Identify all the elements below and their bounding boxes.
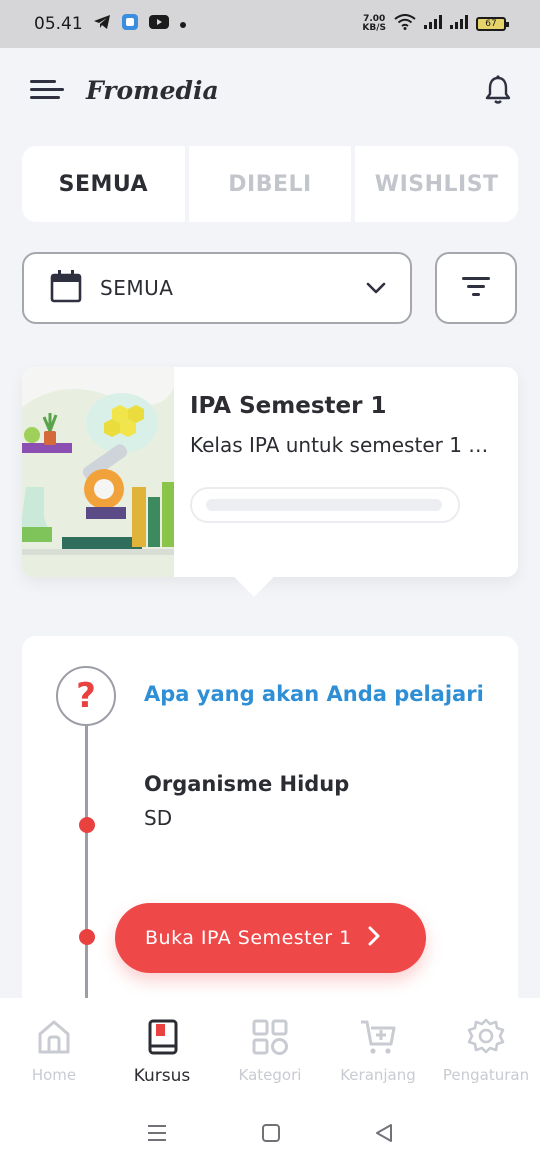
- chevron-right-icon: [368, 926, 380, 951]
- dot-icon: [179, 14, 187, 34]
- cart-icon: [359, 1018, 397, 1060]
- topic-level: SD: [144, 806, 173, 830]
- card-pointer: [234, 557, 274, 597]
- course-thumbnail: [22, 367, 174, 577]
- status-bar: 05.41 7.00 KB/S 67: [0, 0, 540, 48]
- status-time: 05.41: [34, 14, 83, 34]
- back-icon[interactable]: [374, 1123, 394, 1147]
- wifi-icon: [394, 13, 416, 35]
- learning-outline-card: ? Apa yang akan Anda pelajari Organisme …: [22, 636, 518, 1036]
- period-select[interactable]: SEMUA: [22, 252, 412, 324]
- signal-icon: [424, 14, 442, 34]
- nav-kursus[interactable]: Kursus: [108, 998, 216, 1100]
- telegram-icon: [93, 14, 111, 35]
- course-card[interactable]: IPA Semester 1 Kelas IPA untuk semester …: [22, 367, 518, 597]
- book-icon: [143, 1018, 181, 1060]
- timeline-line: [85, 696, 88, 1036]
- grid-icon: [251, 1018, 289, 1060]
- nav-keranjang[interactable]: Keranjang: [324, 998, 432, 1100]
- signal-icon: [450, 14, 468, 34]
- gear-icon: [467, 1018, 505, 1060]
- nav-kategori[interactable]: Kategori: [216, 998, 324, 1100]
- timeline-dot: [79, 929, 95, 945]
- chevron-down-icon: [366, 279, 386, 298]
- brand-logo: Fromedia: [86, 75, 219, 105]
- battery-level: 67: [485, 19, 497, 29]
- recent-apps-icon[interactable]: [146, 1124, 168, 1146]
- course-title: IPA Semester 1: [190, 393, 387, 419]
- tab-semua[interactable]: SEMUA: [22, 146, 189, 222]
- topic-title: Organisme Hidup: [144, 772, 350, 796]
- learn-heading: Apa yang akan Anda pelajari: [144, 682, 484, 706]
- course-description: Kelas IPA untuk semester 1 …: [190, 433, 489, 457]
- bell-icon[interactable]: [482, 74, 514, 106]
- network-speed: 7.00 KB/S: [362, 14, 386, 33]
- tab-wishlist[interactable]: WISHLIST: [355, 146, 518, 222]
- open-course-label: Buka IPA Semester 1: [145, 927, 352, 949]
- app-icon: [121, 13, 139, 36]
- course-progress-bar: [190, 487, 460, 523]
- timeline-dot: [79, 817, 95, 833]
- nav-label: Home: [31, 1066, 77, 1084]
- nav-home[interactable]: Home: [0, 998, 108, 1100]
- bottom-nav: Home Kursus Kategori Keranjang Pengatura…: [0, 998, 540, 1100]
- filter-icon: [461, 275, 491, 301]
- course-tabs: SEMUA DIBELI WISHLIST: [22, 146, 518, 222]
- home-square-icon[interactable]: [261, 1123, 281, 1147]
- home-icon: [35, 1018, 73, 1060]
- period-select-value: SEMUA: [100, 276, 174, 300]
- nav-label: Pengaturan: [442, 1066, 530, 1084]
- menu-icon[interactable]: [30, 78, 64, 102]
- filter-button[interactable]: [435, 252, 517, 324]
- nav-pengaturan[interactable]: Pengaturan: [432, 998, 540, 1100]
- nav-label: Kategori: [238, 1066, 302, 1084]
- open-course-button[interactable]: Buka IPA Semester 1: [115, 903, 426, 973]
- youtube-icon: [148, 14, 169, 34]
- tab-dibeli[interactable]: DIBELI: [189, 146, 356, 222]
- battery-icon: 67: [476, 17, 509, 31]
- progress-fill: [206, 499, 442, 511]
- nav-label: Keranjang: [340, 1066, 416, 1084]
- app-header: Fromedia: [0, 48, 540, 132]
- question-icon: ?: [56, 666, 116, 726]
- calendar-icon: [50, 269, 82, 307]
- nav-label: Kursus: [133, 1066, 191, 1086]
- system-nav: [0, 1100, 540, 1170]
